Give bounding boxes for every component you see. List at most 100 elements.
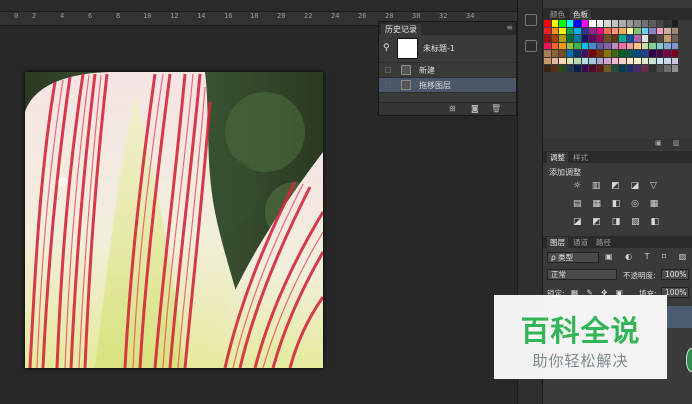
color-swatch[interactable] <box>551 42 559 50</box>
color-swatch[interactable] <box>619 27 627 35</box>
panel-icon[interactable] <box>525 40 537 52</box>
color-swatch[interactable] <box>626 20 634 28</box>
color-swatch[interactable] <box>641 42 649 50</box>
color-swatch[interactable] <box>619 42 627 50</box>
color-swatch[interactable] <box>656 20 664 28</box>
color-swatch[interactable] <box>589 42 597 50</box>
color-swatch[interactable] <box>544 65 552 73</box>
color-swatch[interactable] <box>664 57 672 65</box>
history-item-selected[interactable]: 拖移图层 <box>379 78 516 93</box>
color-swatch[interactable] <box>611 57 619 65</box>
color-swatch[interactable] <box>574 65 582 73</box>
color-swatch[interactable] <box>641 27 649 35</box>
layer-filter-select[interactable]: ρ 类型 <box>547 252 599 263</box>
color-swatch[interactable] <box>649 20 657 28</box>
tab-layers[interactable]: 图层 <box>547 237 568 248</box>
color-swatch[interactable] <box>671 20 679 28</box>
color-swatch[interactable] <box>559 50 567 58</box>
color-swatch[interactable] <box>641 65 649 73</box>
color-swatch[interactable] <box>544 57 552 65</box>
color-swatch[interactable] <box>574 50 582 58</box>
color-swatch[interactable] <box>566 50 574 58</box>
color-swatch[interactable] <box>619 65 627 73</box>
color-swatch[interactable] <box>656 27 664 35</box>
tab-swatches[interactable]: 色板 <box>570 9 591 20</box>
color-swatch[interactable] <box>596 42 604 50</box>
color-swatch[interactable] <box>634 27 642 35</box>
color-swatch[interactable] <box>626 27 634 35</box>
history-item[interactable]: 新建 <box>379 63 516 78</box>
new-document-icon[interactable]: ⊞ <box>449 104 456 113</box>
color-swatch[interactable] <box>604 20 612 28</box>
color-swatch[interactable] <box>559 20 567 28</box>
trash-icon[interactable]: ▥ <box>673 139 680 147</box>
color-swatch[interactable] <box>611 65 619 73</box>
panel-menu-icon[interactable]: ≡ <box>506 23 513 32</box>
color-swatch[interactable] <box>544 20 552 28</box>
blend-mode-select[interactable]: 正常 <box>547 269 617 280</box>
history-snapshot[interactable]: ⚲ 未标题-1 <box>379 35 516 63</box>
color-swatch[interactable] <box>649 50 657 58</box>
color-swatch[interactable] <box>551 35 559 43</box>
trash-icon[interactable]: 🗑 <box>491 104 501 113</box>
color-swatch[interactable] <box>581 50 589 58</box>
color-swatch[interactable] <box>671 42 679 50</box>
color-swatch[interactable] <box>619 57 627 65</box>
color-swatch[interactable] <box>664 20 672 28</box>
color-swatch[interactable] <box>656 42 664 50</box>
color-swatch[interactable] <box>671 57 679 65</box>
color-swatch[interactable] <box>604 65 612 73</box>
color-swatch[interactable] <box>649 27 657 35</box>
color-swatch[interactable] <box>596 27 604 35</box>
color-swatch[interactable] <box>626 50 634 58</box>
color-swatch[interactable] <box>596 20 604 28</box>
color-swatch[interactable] <box>559 27 567 35</box>
color-swatch[interactable] <box>551 57 559 65</box>
panel-icon[interactable] <box>525 14 537 26</box>
color-swatch[interactable] <box>596 65 604 73</box>
color-swatch[interactable] <box>589 27 597 35</box>
color-swatch[interactable] <box>581 65 589 73</box>
color-swatch[interactable] <box>581 27 589 35</box>
color-swatch[interactable] <box>551 20 559 28</box>
color-swatch[interactable] <box>656 65 664 73</box>
color-swatch[interactable] <box>649 42 657 50</box>
color-swatch[interactable] <box>634 20 642 28</box>
color-swatch[interactable] <box>574 42 582 50</box>
color-swatch[interactable] <box>574 27 582 35</box>
color-swatch[interactable] <box>656 57 664 65</box>
color-swatch[interactable] <box>589 57 597 65</box>
color-swatch[interactable] <box>596 35 604 43</box>
color-swatch[interactable] <box>664 65 672 73</box>
color-swatch[interactable] <box>626 65 634 73</box>
color-swatch[interactable] <box>551 65 559 73</box>
color-swatch[interactable] <box>664 35 672 43</box>
color-swatch[interactable] <box>551 27 559 35</box>
color-swatch[interactable] <box>566 35 574 43</box>
color-swatch[interactable] <box>626 42 634 50</box>
color-swatch[interactable] <box>619 35 627 43</box>
color-swatch[interactable] <box>604 42 612 50</box>
color-swatch[interactable] <box>664 42 672 50</box>
color-swatch[interactable] <box>634 42 642 50</box>
color-swatch[interactable] <box>604 57 612 65</box>
color-swatch[interactable] <box>611 50 619 58</box>
color-swatch[interactable] <box>581 35 589 43</box>
tab-adjustments[interactable]: 调整 <box>547 152 568 163</box>
filter-icons[interactable]: ▣ ◐ T ⌑ ▨ <box>605 252 691 261</box>
color-swatch[interactable] <box>649 35 657 43</box>
color-swatch[interactable] <box>656 50 664 58</box>
color-swatch[interactable] <box>619 50 627 58</box>
tab-paths[interactable]: 路径 <box>593 237 614 248</box>
color-swatch[interactable] <box>559 35 567 43</box>
color-swatch[interactable] <box>641 50 649 58</box>
layer-row-selected[interactable] <box>666 306 692 328</box>
color-swatch[interactable] <box>641 35 649 43</box>
color-swatch[interactable] <box>551 50 559 58</box>
color-swatch[interactable] <box>566 57 574 65</box>
color-swatch[interactable] <box>671 35 679 43</box>
camera-icon[interactable]: ◙ <box>471 104 479 113</box>
color-swatch[interactable] <box>641 20 649 28</box>
color-swatch[interactable] <box>626 57 634 65</box>
color-swatch[interactable] <box>649 57 657 65</box>
